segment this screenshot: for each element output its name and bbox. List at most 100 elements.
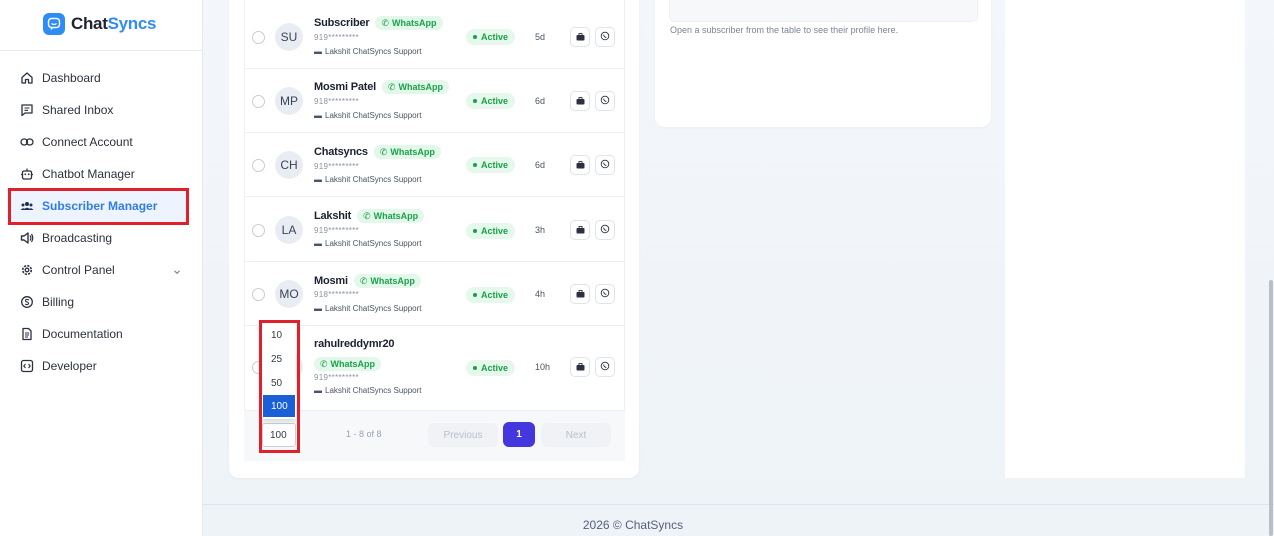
status-badge: Active [466, 223, 516, 239]
sidebar-item-connect-account[interactable]: Connect Account [0, 126, 203, 158]
whatsapp-button[interactable] [595, 27, 615, 47]
channel-label: WhatsApp [398, 82, 444, 92]
whatsapp-button[interactable] [595, 91, 615, 111]
subscriber-name[interactable]: Subscriber [314, 17, 370, 29]
page-1-button[interactable]: 1 [503, 422, 535, 447]
previous-page-button[interactable]: Previous [428, 423, 498, 447]
page-scrollbar[interactable] [1269, 280, 1273, 536]
agent-label: Lakshit ChatSyncs Support [325, 386, 422, 395]
avatar: CH [275, 151, 303, 179]
sidebar-item-broadcasting[interactable]: Broadcasting [0, 222, 203, 254]
sidebar-item-label: Developer [42, 359, 97, 373]
sidebar-item-developer[interactable]: Developer [0, 350, 203, 382]
next-page-button[interactable]: Next [541, 423, 611, 447]
subscriber-name[interactable]: Lakshit [314, 210, 351, 222]
sidebar-item-control-panel[interactable]: Control Panel [0, 254, 203, 286]
briefcase-button[interactable] [570, 357, 590, 377]
status-dot-icon [473, 229, 477, 233]
bot-icon: ▬ [314, 175, 322, 184]
table-row[interactable]: SU Subscriber ✆ WhatsApp 919********* ▬ La… [244, 5, 625, 69]
channel-badge: ✆ WhatsApp [314, 357, 382, 371]
status-label: Active [481, 363, 509, 373]
row-select-radio[interactable] [252, 159, 265, 172]
whatsapp-button[interactable] [595, 220, 615, 240]
table-row[interactable]: CH Chatsyncs ✆ WhatsApp 919********* ▬ Lak… [244, 133, 625, 197]
table-row[interactable]: MO Mosmi ✆ WhatsApp 918********* ▬ Lakshit… [244, 262, 625, 326]
sidebar-item-label: Shared Inbox [42, 103, 114, 117]
whatsapp-icon [600, 28, 610, 46]
whatsapp-icon: ✆ [359, 275, 368, 286]
users-icon [20, 199, 34, 213]
agent-label: Lakshit ChatSyncs Support [325, 47, 422, 56]
whatsapp-icon: ✆ [388, 81, 396, 92]
chevron-down-icon[interactable] [173, 265, 181, 279]
whatsapp-button[interactable] [595, 284, 615, 304]
table-row[interactable]: MP Mosmi Patel ✆ WhatsApp 918********* ▬ L… [244, 69, 625, 133]
assigned-agent: ▬ Lakshit ChatSyncs Support [314, 386, 422, 395]
sidebar-item-label: Chatbot Manager [42, 167, 135, 181]
briefcase-icon [576, 92, 585, 110]
assigned-agent: ▬ Lakshit ChatSyncs Support [314, 304, 422, 313]
last-seen-time: 5d [535, 32, 546, 42]
status-badge: Active [466, 360, 516, 376]
subscriber-name[interactable]: Mosmi [314, 275, 348, 287]
code-icon [20, 359, 34, 373]
status-badge: Active [466, 287, 516, 303]
last-seen-time: 6d [535, 96, 546, 106]
subscriber-name[interactable]: Chatsyncs [314, 146, 368, 158]
status-dot-icon [473, 293, 477, 297]
right-panel [1005, 0, 1245, 478]
row-select-radio[interactable] [252, 31, 265, 44]
sidebar-item-documentation[interactable]: Documentation [0, 318, 203, 350]
subscriber-phone: 918********* [314, 97, 359, 106]
subscriber-phone: 919********* [314, 33, 359, 42]
per-page-option-100[interactable]: 100 [263, 395, 295, 417]
status-dot-icon [473, 35, 477, 39]
subscriber-name[interactable]: rahulreddymr20 [314, 338, 395, 350]
row-select-radio[interactable] [252, 288, 265, 301]
status-label: Active [481, 290, 509, 300]
table-row[interactable]: rahulreddymr20 ✆ WhatsApp 919********* ▬ L… [244, 326, 625, 410]
channel-badge: ✆ WhatsApp [353, 274, 421, 288]
subscriber-name-line: Lakshit ✆ WhatsApp [314, 209, 425, 223]
subscriber-name[interactable]: Mosmi Patel [314, 81, 376, 93]
channel-label: WhatsApp [330, 359, 376, 369]
whatsapp-button[interactable] [595, 357, 615, 377]
per-page-select[interactable]: 100 [262, 423, 296, 447]
bot-icon: ▬ [314, 304, 322, 313]
avatar: LA [275, 216, 303, 244]
briefcase-button[interactable] [570, 284, 590, 304]
app-logo[interactable]: ChatSyncs [43, 12, 156, 36]
subscriber-name-line: Chatsyncs ✆ WhatsApp [314, 145, 441, 159]
billing-icon [20, 295, 34, 309]
per-page-option-10[interactable]: 10 [263, 324, 295, 346]
briefcase-icon [576, 156, 585, 174]
per-page-option-50[interactable]: 50 [263, 372, 295, 394]
briefcase-button[interactable] [570, 91, 590, 111]
channel-badge: ✆ WhatsApp [375, 16, 443, 30]
briefcase-button[interactable] [570, 155, 590, 175]
status-badge: Active [466, 157, 516, 173]
row-select-radio[interactable] [252, 224, 265, 237]
profile-hint-text: Open a subscriber from the table to see … [670, 25, 899, 35]
sidebar-item-billing[interactable]: Billing [0, 286, 203, 318]
whatsapp-icon [600, 156, 610, 174]
sidebar-item-dashboard[interactable]: Dashboard [0, 62, 203, 94]
briefcase-button[interactable] [570, 27, 590, 47]
footer-divider [203, 504, 1274, 505]
row-select-radio[interactable] [252, 95, 265, 108]
per-page-dropdown: 10 25 50 100 [262, 323, 296, 419]
per-page-option-25[interactable]: 25 [263, 348, 295, 370]
sidebar-item-subscriber-manager[interactable]: Subscriber Manager [0, 190, 203, 222]
bot-icon: ▬ [314, 239, 322, 248]
agent-label: Lakshit ChatSyncs Support [325, 175, 422, 184]
avatar: SU [275, 23, 303, 51]
whatsapp-icon: ✆ [363, 210, 371, 221]
sidebar-item-shared-inbox[interactable]: Shared Inbox [0, 94, 203, 126]
briefcase-button[interactable] [570, 220, 590, 240]
sidebar-item-chatbot-manager[interactable]: Chatbot Manager [0, 158, 203, 190]
subscriber-name-line: Mosmi Patel ✆ WhatsApp [314, 80, 450, 94]
table-row[interactable]: LA Lakshit ✆ WhatsApp 919********* ▬ Laksh… [244, 198, 625, 262]
agent-label: Lakshit ChatSyncs Support [325, 111, 422, 120]
whatsapp-button[interactable] [595, 155, 615, 175]
